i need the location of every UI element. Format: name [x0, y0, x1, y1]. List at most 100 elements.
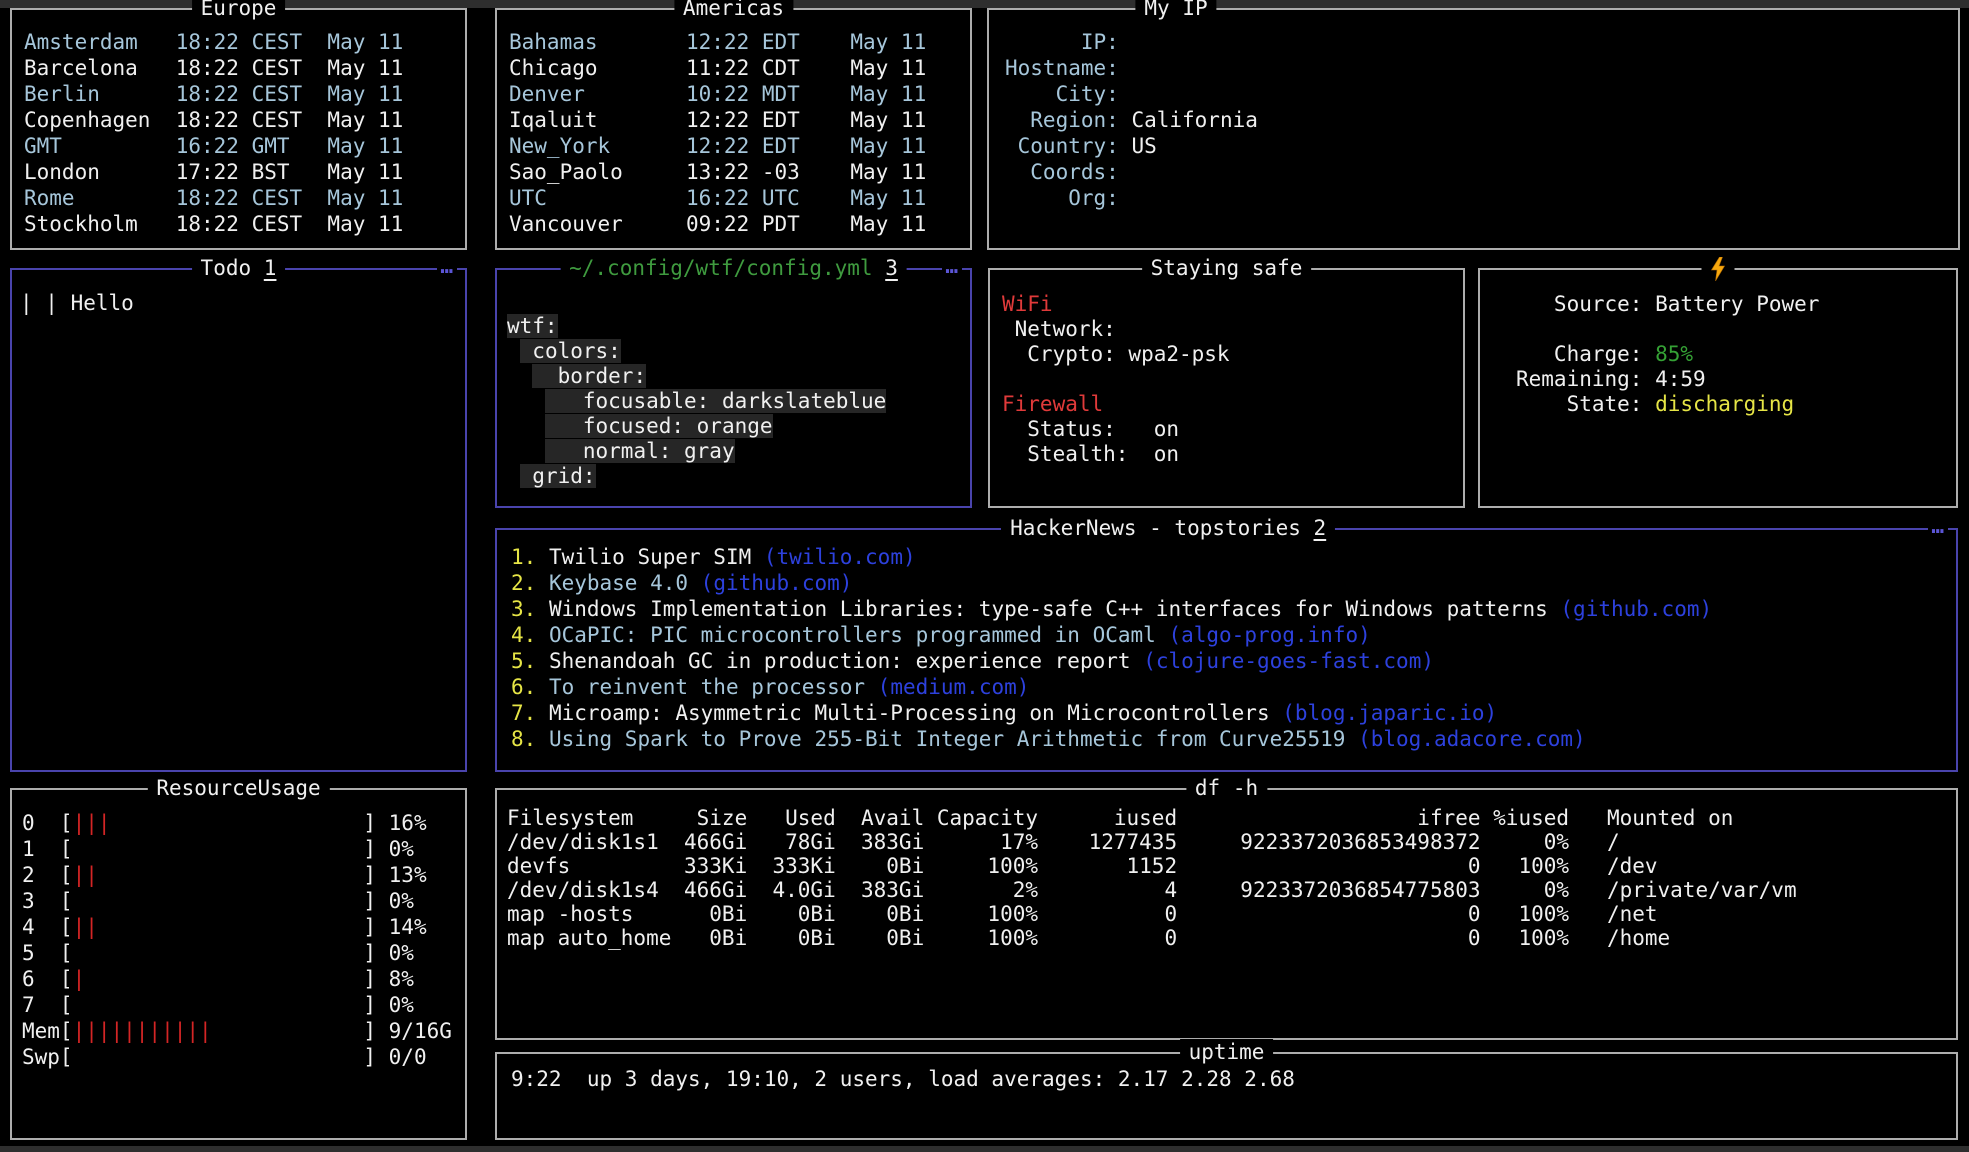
story-title: Windows Implementation Libraries: type-s…	[549, 597, 1548, 621]
battery-line-segment: Charge:	[1516, 342, 1655, 366]
ip-field-row: Country: US	[1005, 133, 1958, 159]
clock-row: Denver 10:22 MDT May 11	[509, 81, 970, 107]
panel-resource-usage: ResourceUsage 0 [||| ] 16%1 [ ] 0%2 [|| …	[10, 788, 467, 1140]
gauge-label: 1 [	[22, 837, 73, 861]
panel-config-yml[interactable]: ~/.config/wtf/config.yml 3 … wtf: colors…	[495, 268, 972, 508]
story-number: 6.	[511, 675, 549, 699]
ip-field-label: IP:	[1005, 30, 1119, 54]
yaml-text: wtf:	[507, 314, 558, 338]
gauge-row: 1 [ ] 0%	[22, 836, 465, 862]
gauge-label: 2 [	[22, 863, 73, 887]
spacer	[751, 545, 764, 569]
clock-row: New_York 12:22 EDT May 11	[509, 133, 970, 159]
spacer	[688, 571, 701, 595]
gauge-label: 6 [	[22, 967, 73, 991]
gauge-value: ] 0%	[73, 837, 414, 861]
gauge-label: 3 [	[22, 889, 73, 913]
gauge-value: ] 0/0	[73, 1045, 427, 1069]
gauge-row: 7 [ ] 0%	[22, 992, 465, 1018]
security-line: Firewall	[1002, 392, 1463, 417]
story-link: (blog.adacore.com)	[1358, 727, 1586, 751]
gauge-label: 7 [	[22, 993, 73, 1017]
gauge-bars: ||	[73, 863, 98, 887]
gauge-value: ] 16%	[111, 811, 427, 835]
table-row: map -hosts 0Bi 0Bi 0Bi 100% 0 0 100% /ne…	[507, 902, 1956, 926]
ip-field-row: IP:	[1005, 29, 1958, 55]
gauge-row: 4 [|| ] 14%	[22, 914, 465, 940]
spacer	[1270, 701, 1283, 725]
ip-field-value	[1119, 82, 1132, 106]
security-line-segment: Firewall	[1002, 392, 1103, 416]
gauge-bars: ||	[73, 915, 98, 939]
gauge-row: 3 [ ] 0%	[22, 888, 465, 914]
gauge-label: Mem[	[22, 1019, 73, 1043]
disk-usage-table: Filesystem Size Used Avail Capacity iuse…	[497, 790, 1956, 1038]
story-row[interactable]: 1. Twilio Super SIM (twilio.com)	[511, 544, 1956, 570]
ip-field-row: Hostname:	[1005, 55, 1958, 81]
battery-line-segment: Source: Battery Power	[1516, 292, 1819, 316]
gauge-value: ] 14%	[98, 915, 427, 939]
security-line-segment: Network:	[1002, 317, 1116, 341]
battery-line-segment: 85%	[1655, 342, 1693, 366]
gauge-bars: |	[73, 967, 86, 991]
panel-uptime: uptime 9:22 up 3 days, 19:10, 2 users, l…	[495, 1052, 1958, 1140]
story-row[interactable]: 4. OCaPIC: PIC microcontrollers programm…	[511, 622, 1956, 648]
yaml-text: border:	[532, 364, 646, 388]
security-info: WiFi Network: Crypto: wpa2-psk Firewall …	[990, 270, 1463, 506]
story-row[interactable]: 3. Windows Implementation Libraries: typ…	[511, 596, 1956, 622]
story-number: 1.	[511, 545, 549, 569]
story-row[interactable]: 2. Keybase 4.0 (github.com)	[511, 570, 1956, 596]
panel-hackernews[interactable]: HackerNews - topstories 2 … 1. Twilio Su…	[495, 528, 1958, 772]
ip-field-label: Country:	[1005, 134, 1119, 158]
clock-row: Rome 18:22 CEST May 11	[24, 185, 465, 211]
spacer	[1548, 597, 1561, 621]
clock-row: Bahamas 12:22 EDT May 11	[509, 29, 970, 55]
clock-row: Vancouver 09:22 PDT May 11	[509, 211, 970, 237]
todo-item[interactable]: | | Hello	[20, 290, 465, 316]
panel-todo[interactable]: Todo 1 … | | Hello	[10, 268, 467, 772]
yaml-line: wtf:	[507, 314, 970, 339]
story-title: Microamp: Asymmetric Multi-Processing on…	[549, 701, 1270, 725]
story-row[interactable]: 7. Microamp: Asymmetric Multi-Processing…	[511, 700, 1956, 726]
security-line: Network:	[1002, 317, 1463, 342]
security-line: Stealth: on	[1002, 442, 1463, 467]
story-link: (medium.com)	[878, 675, 1030, 699]
security-line: WiFi	[1002, 292, 1463, 317]
gauge-row: 5 [ ] 0%	[22, 940, 465, 966]
gauge-row: 2 [|| ] 13%	[22, 862, 465, 888]
ip-info-fields: IP: Hostname: City: Region: California C…	[989, 10, 1958, 248]
yaml-text: normal: gray	[545, 439, 735, 463]
story-row[interactable]: 6. To reinvent the processor (medium.com…	[511, 674, 1956, 700]
uptime-text: 9:22 up 3 days, 19:10, 2 users, load ave…	[511, 1066, 1956, 1092]
gauge-label: 4 [	[22, 915, 73, 939]
table-header-row: Filesystem Size Used Avail Capacity iuse…	[507, 806, 1956, 830]
story-row[interactable]: 8. Using Spark to Prove 255-Bit Integer …	[511, 726, 1956, 752]
battery-info: Source: Battery Power Charge: 85%Remaini…	[1480, 270, 1956, 506]
clock-list-americas: Bahamas 12:22 EDT May 11Chicago 11:22 CD…	[497, 10, 970, 248]
yaml-text: grid:	[520, 464, 596, 488]
yaml-line: focusable: darkslateblue	[507, 389, 970, 414]
clock-row: Chicago 11:22 CDT May 11	[509, 55, 970, 81]
ip-field-label: Hostname:	[1005, 56, 1119, 80]
gauge-value: ] 8%	[85, 967, 414, 991]
story-number: 5.	[511, 649, 549, 673]
security-line-segment: Stealth: on	[1002, 442, 1179, 466]
table-row: /dev/disk1s1 466Gi 78Gi 383Gi 17% 127743…	[507, 830, 1956, 854]
battery-line: Remaining: 4:59	[1516, 367, 1956, 392]
gauge-value: ] 13%	[98, 863, 427, 887]
story-row[interactable]: 5. Shenandoah GC in production: experien…	[511, 648, 1956, 674]
panel-my-ip: My IP IP: Hostname: City: Region: Califo…	[987, 8, 1960, 250]
clock-row: Iqaluit 12:22 EDT May 11	[509, 107, 970, 133]
gauge-value: ] 0%	[73, 889, 414, 913]
ip-field-value	[1119, 56, 1132, 80]
clock-row: Barcelona 18:22 CEST May 11	[24, 55, 465, 81]
battery-line-segment: discharging	[1655, 392, 1794, 416]
battery-line-segment: State:	[1516, 392, 1655, 416]
gauge-row: 6 [| ] 8%	[22, 966, 465, 992]
panel-staying-safe: Staying safe WiFi Network: Crypto: wpa2-…	[988, 268, 1465, 508]
story-title: To reinvent the processor	[549, 675, 865, 699]
story-link: (github.com)	[1560, 597, 1712, 621]
story-title: Keybase 4.0	[549, 571, 688, 595]
battery-line: Charge: 85%	[1516, 342, 1956, 367]
window-bottom-edge	[0, 1146, 1969, 1152]
